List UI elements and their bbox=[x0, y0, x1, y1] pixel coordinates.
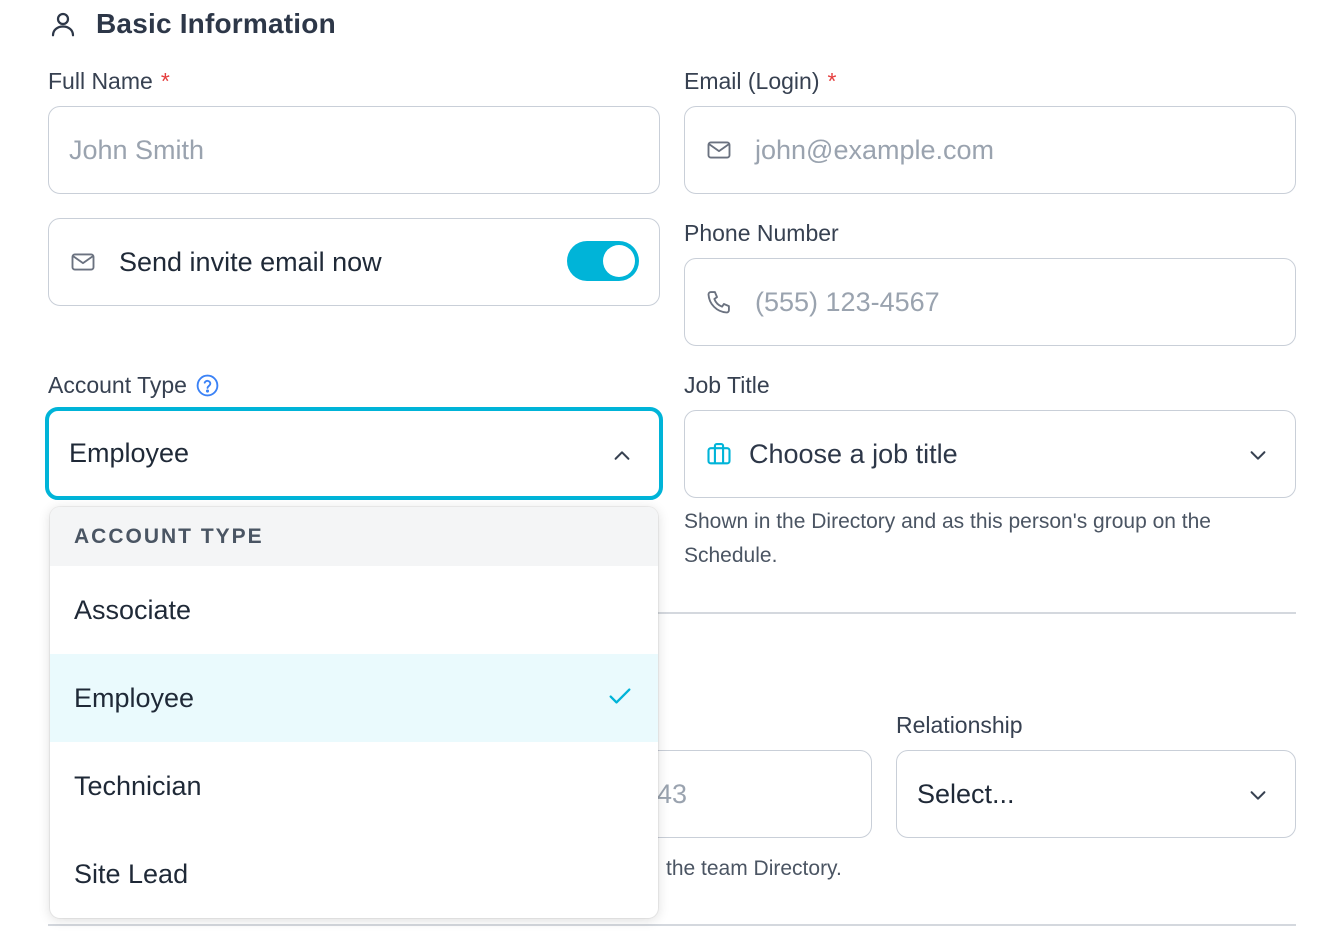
invite-toggle[interactable] bbox=[567, 241, 639, 281]
section-title: Basic Information bbox=[96, 8, 336, 39]
briefcase-icon bbox=[707, 443, 731, 465]
menu-option-employee[interactable]: Employee bbox=[50, 654, 658, 742]
help-circle-icon[interactable] bbox=[195, 373, 220, 398]
account-type-menu: ACCOUNT TYPE Associate Employee Technici… bbox=[50, 507, 658, 918]
section-divider bbox=[658, 612, 1296, 614]
full-name-label: Full Name * bbox=[48, 67, 170, 94]
job-title-label: Job Title bbox=[684, 371, 770, 398]
phone-placeholder: (555) 123-4567 bbox=[755, 286, 940, 317]
menu-header: ACCOUNT TYPE bbox=[50, 507, 658, 566]
relationship-select[interactable]: Select... bbox=[896, 750, 1296, 838]
menu-option-associate[interactable]: Associate bbox=[50, 566, 658, 654]
chevron-down-icon bbox=[1250, 791, 1266, 800]
required-mark: * bbox=[160, 67, 170, 94]
bottom-divider bbox=[48, 924, 1296, 926]
job-title-select[interactable]: Choose a job title bbox=[684, 410, 1296, 498]
mail-icon bbox=[71, 253, 95, 271]
email-placeholder: john@example.com bbox=[755, 134, 995, 165]
job-title-placeholder: Choose a job title bbox=[749, 438, 958, 469]
chevron-up-icon bbox=[614, 451, 630, 460]
account-type-label: Account Type bbox=[48, 370, 220, 400]
toggle-knob bbox=[603, 245, 635, 277]
phone-input[interactable]: (555) 123-4567 bbox=[684, 258, 1296, 346]
chevron-down-icon bbox=[1250, 451, 1266, 460]
menu-option-site-lead[interactable]: Site Lead bbox=[50, 830, 658, 918]
user-icon bbox=[51, 12, 75, 37]
emergency-help: the team Directory. bbox=[666, 857, 842, 880]
email-input[interactable]: john@example.com bbox=[684, 106, 1296, 194]
relationship-label: Relationship bbox=[896, 711, 1023, 738]
check-icon bbox=[609, 688, 631, 704]
menu-option-technician[interactable]: Technician bbox=[50, 742, 658, 830]
full-name-placeholder: John Smith bbox=[69, 134, 205, 165]
phone-label: Phone Number bbox=[684, 219, 839, 246]
emergency-phone-placeholder: 43 bbox=[656, 778, 687, 809]
invite-toggle-row[interactable]: Send invite email now bbox=[48, 218, 660, 306]
email-label: Email (Login) * bbox=[684, 67, 837, 94]
required-mark: * bbox=[827, 67, 837, 94]
mail-icon bbox=[707, 141, 731, 159]
full-name-input[interactable]: John Smith bbox=[48, 106, 660, 194]
phone-icon bbox=[707, 291, 730, 314]
section-header: Basic Information bbox=[48, 4, 336, 44]
account-type-value: Employee bbox=[69, 438, 190, 468]
account-type-select[interactable]: Employee bbox=[45, 407, 663, 500]
job-title-help: Shown in the Directory and as this perso… bbox=[684, 510, 1211, 567]
invite-label: Send invite email now bbox=[119, 246, 382, 277]
relationship-value: Select... bbox=[917, 778, 1015, 809]
